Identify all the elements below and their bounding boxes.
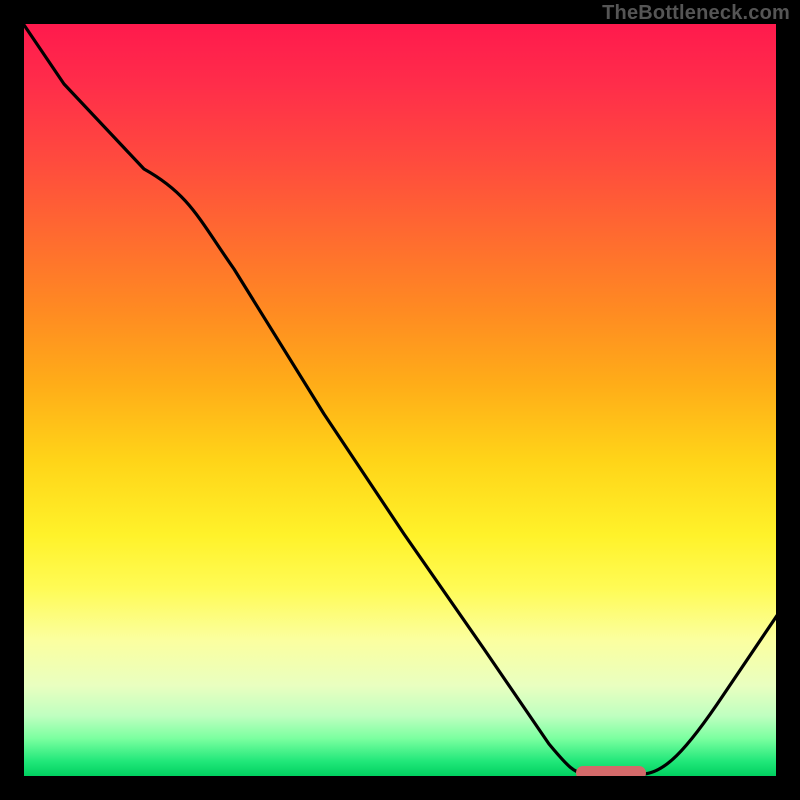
watermark-label: TheBottleneck.com [602, 2, 790, 25]
plot-area [24, 24, 776, 776]
bottleneck-curve [24, 24, 776, 774]
chart-svg [24, 24, 776, 776]
optimal-marker [576, 766, 646, 776]
chart-container: TheBottleneck.com [0, 0, 800, 800]
